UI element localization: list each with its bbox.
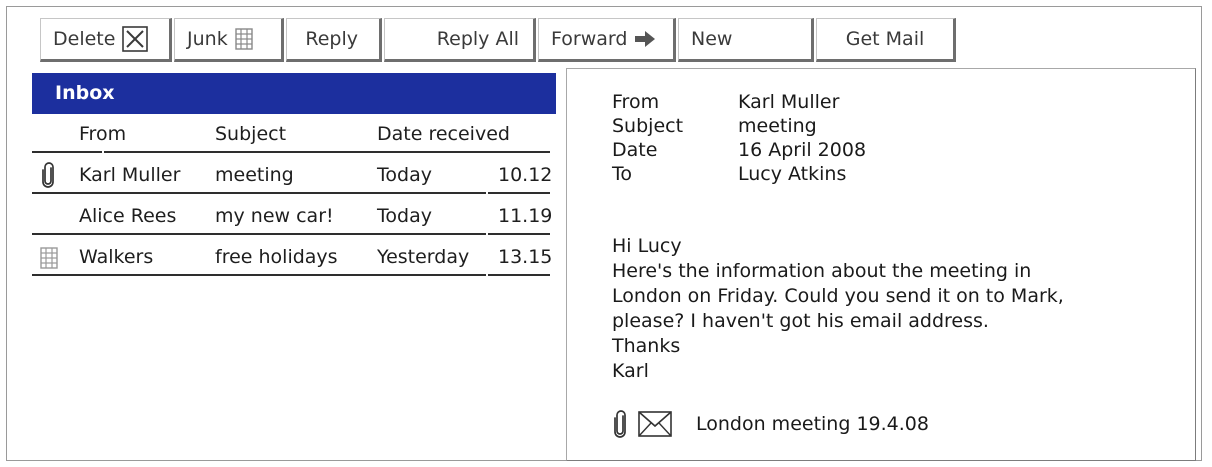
envelope-icon [638, 411, 672, 437]
divider [488, 192, 550, 194]
forward-button[interactable]: Forward [538, 18, 676, 62]
divider [208, 274, 370, 276]
body-line: Karl [612, 360, 649, 382]
email-subject: meeting [215, 164, 294, 186]
reply-label: Reply [305, 28, 358, 50]
email-from: Walkers [79, 246, 154, 268]
forward-label: Forward [551, 28, 628, 50]
paperclip-icon [40, 162, 56, 192]
email-date: Today [377, 205, 432, 227]
delete-x-icon [122, 26, 149, 52]
column-from[interactable]: From [79, 123, 126, 145]
divider [370, 274, 486, 276]
divider [208, 192, 370, 194]
email-time: 10.12 [498, 164, 553, 186]
email-row[interactable]: Walkers free holidays Yesterday 13.15 [32, 237, 556, 278]
new-label: New [691, 28, 733, 50]
junk-button[interactable]: Junk [174, 18, 284, 62]
junk-icon [235, 28, 253, 50]
paperclip-icon [614, 410, 626, 438]
reply-all-label: Reply All [436, 28, 519, 50]
inbox-list: From Subject Date received Karl Muller m… [32, 114, 556, 278]
body-line: Hi Lucy [612, 235, 682, 257]
to-value: Lucy Atkins [738, 163, 847, 185]
new-button[interactable]: New [678, 18, 814, 62]
delete-label: Delete [53, 28, 116, 50]
message-to-row: To Lucy Atkins [612, 163, 846, 186]
from-label: From [612, 91, 660, 113]
toolbar: Delete Junk Reply Reply All Forward New … [40, 18, 958, 64]
reply-button[interactable]: Reply [286, 18, 382, 62]
email-from: Karl Muller [79, 164, 181, 186]
subject-label: Subject [612, 115, 684, 137]
email-row[interactable]: Alice Rees my new car! Today 11.19 [32, 196, 556, 237]
message-subject-row: Subject meeting [612, 115, 817, 138]
column-header-row: From Subject Date received [32, 114, 556, 155]
divider [208, 233, 370, 235]
divider [32, 151, 102, 153]
email-subject: free holidays [215, 246, 338, 268]
email-row[interactable]: Karl Muller meeting Today 10.12 [32, 155, 556, 196]
message-pane: From Karl Muller Subject meeting Date 16 Ap… [566, 68, 1196, 461]
forward-arrow-icon [634, 30, 656, 48]
from-value: Karl Muller [738, 91, 840, 113]
email-from: Alice Rees [79, 205, 177, 227]
body-line: Thanks [612, 335, 681, 357]
body-line: please? I haven't got his email address. [612, 310, 989, 332]
email-time: 11.19 [498, 205, 553, 227]
divider [32, 274, 208, 276]
divider [32, 192, 208, 194]
subject-value: meeting [738, 115, 817, 137]
delete-button[interactable]: Delete [40, 18, 172, 62]
divider [488, 233, 550, 235]
message-from-row: From Karl Muller [612, 91, 839, 114]
divider [370, 192, 486, 194]
inbox-header: Inbox [32, 73, 556, 114]
attachment[interactable]: London meeting 19.4.08 [612, 410, 929, 438]
body-line: London on Friday. Could you send it on t… [612, 285, 1064, 307]
junk-label: Junk [187, 28, 228, 50]
divider [104, 151, 550, 153]
email-subject: my new car! [215, 205, 334, 227]
reply-all-button[interactable]: Reply All [384, 18, 536, 62]
message-body: Hi Lucy Here's the information about the… [612, 234, 1064, 384]
divider [370, 233, 486, 235]
get-mail-label: Get Mail [845, 28, 925, 50]
inbox-title: Inbox [55, 82, 115, 104]
email-time: 13.15 [498, 246, 553, 268]
body-line: Here's the information about the meeting… [612, 260, 1032, 282]
date-label: Date [612, 139, 658, 161]
divider [488, 274, 550, 276]
junk-icon [40, 247, 58, 273]
column-date-received[interactable]: Date received [377, 123, 510, 145]
email-date: Today [377, 164, 432, 186]
attachment-name: London meeting 19.4.08 [696, 413, 929, 435]
divider [32, 233, 208, 235]
date-value: 16 April 2008 [738, 139, 867, 161]
message-date-row: Date 16 April 2008 [612, 139, 866, 162]
column-subject[interactable]: Subject [215, 123, 286, 145]
email-date: Yesterday [377, 246, 470, 268]
get-mail-button[interactable]: Get Mail [816, 18, 956, 62]
to-label: To [612, 163, 633, 185]
